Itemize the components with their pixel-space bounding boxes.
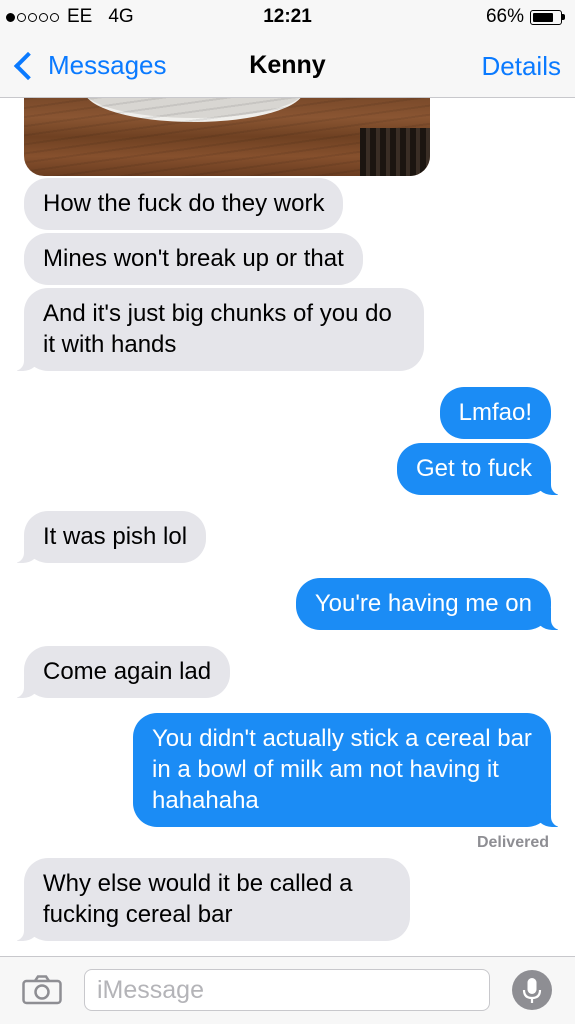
outgoing-message: You didn't actually stick a cereal bar i… <box>133 713 561 827</box>
battery-icon <box>530 9 562 25</box>
battery-percent: 66% <box>485 6 524 27</box>
photo-attachment[interactable] <box>24 98 430 176</box>
microphone-icon <box>522 978 542 1003</box>
navigation-bar: Messages Kenny Details <box>0 34 575 98</box>
imessage-input[interactable] <box>84 969 490 1011</box>
incoming-message: It was pish lol <box>13 511 207 563</box>
battery-status: 66% <box>486 6 565 28</box>
incoming-message: How the fuck do they work <box>24 178 344 230</box>
message-composer <box>0 956 575 1024</box>
camera-icon[interactable] <box>22 975 62 1005</box>
details-button[interactable]: Details <box>482 51 561 82</box>
incoming-message: Why else would it be called a fucking ce… <box>14 858 410 941</box>
incoming-message: Come again lad <box>13 646 231 698</box>
microphone-button[interactable] <box>512 970 552 1010</box>
outgoing-message: Lmfao! <box>439 387 551 439</box>
status-bar: EE 4G 12:21 66% <box>0 0 575 34</box>
incoming-message: Mines won't break up or that <box>24 233 363 285</box>
outgoing-message: You're having me on <box>295 578 562 630</box>
incoming-message: And it's just big chunks of you do it wi… <box>14 288 424 371</box>
conversation-thread[interactable]: How the fuck do they work Mines won't br… <box>0 98 575 956</box>
delivered-status: Delivered <box>476 834 549 851</box>
outgoing-message: Get to fuck <box>396 443 562 495</box>
